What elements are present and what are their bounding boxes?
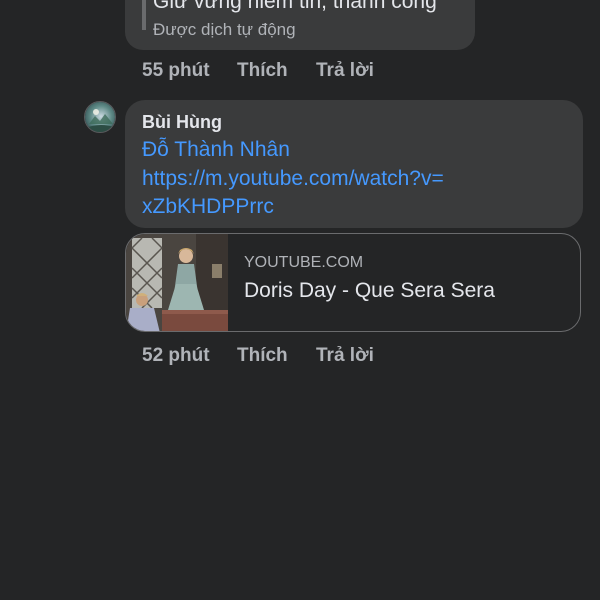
comment-timestamp[interactable]: 55 phút	[142, 60, 237, 82]
link-preview-card[interactable]: YOUTUBE.COM Doris Day - Que Sera Sera	[125, 233, 581, 332]
reply-button[interactable]: Trả lời	[316, 345, 374, 367]
previous-comment-text: Giữ vững niềm tin, thành công	[153, 0, 437, 13]
auto-translated-label: Được dịch tự động	[153, 20, 296, 39]
comment-thread: Giữ vững niềm tin, thành công Được dịch …	[0, 0, 600, 600]
like-button[interactable]: Thích	[237, 60, 316, 82]
preview-domain: YOUTUBE.COM	[244, 254, 364, 271]
reply-button[interactable]: Trả lời	[316, 60, 374, 82]
comment-bubble: Bùi Hùng Đỗ Thành Nhân https://m.youtube…	[125, 100, 583, 228]
preview-title: Doris Day - Que Sera Sera	[244, 279, 495, 302]
previous-comment-bubble: Giữ vững niềm tin, thành công Được dịch …	[125, 0, 475, 50]
url-link-continued[interactable]: xZbKHDPPrrc	[142, 195, 274, 219]
avatar[interactable]	[84, 101, 116, 133]
comment-author[interactable]: Bùi Hùng	[142, 112, 222, 133]
previous-comment-meta: 55 phút Thích Trả lời	[142, 60, 374, 82]
quote-bar	[142, 0, 146, 30]
comment-meta: 52 phút Thích Trả lời	[142, 345, 374, 367]
video-thumbnail	[126, 234, 228, 331]
mention-link[interactable]: Đỗ Thành Nhân	[142, 138, 290, 162]
comment-timestamp[interactable]: 52 phút	[142, 345, 237, 367]
url-link[interactable]: https://m.youtube.com/watch?v=	[142, 167, 444, 191]
like-button[interactable]: Thích	[237, 345, 316, 367]
